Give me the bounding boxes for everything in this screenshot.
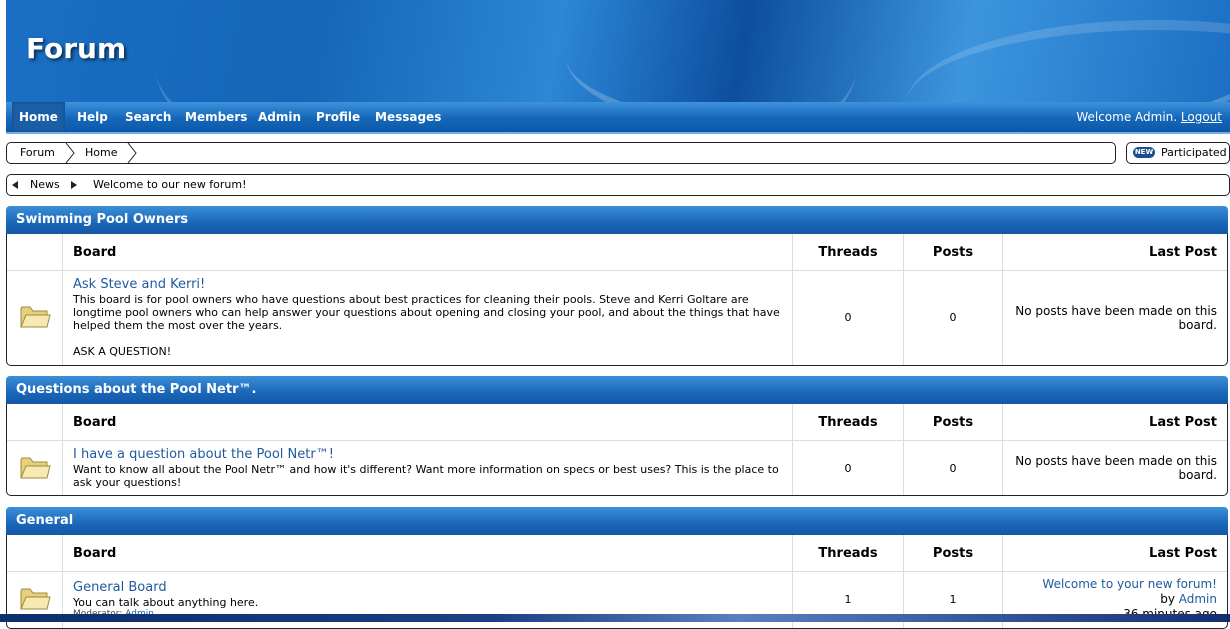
main-nav: Home Help Search Members Admin Profile M…: [6, 102, 1230, 134]
folder-icon: [19, 306, 51, 328]
board-cell: I have a question about the Pool Netr™! …: [62, 440, 793, 495]
board-link[interactable]: General Board: [73, 580, 782, 595]
icon-column-header: [7, 234, 63, 271]
threads-count: 0: [792, 270, 904, 365]
folder-icon: [19, 457, 51, 478]
threads-column-header: Threads: [792, 535, 904, 572]
nav-home[interactable]: Home: [12, 102, 65, 132]
table-row: Ask Steve and Kerri! This board is for p…: [7, 270, 1227, 365]
threads-column-header: Threads: [792, 404, 904, 441]
last-post-info: No posts have been made on this board.: [1002, 440, 1227, 495]
category-body: Board Threads Posts Last Post I have a q…: [6, 404, 1228, 496]
taskbar-strip: [0, 614, 1230, 622]
table-header: Board Threads Posts Last Post: [7, 404, 1227, 441]
category-pool-netr-questions: Questions about the Pool Netr™. Board Th…: [6, 376, 1228, 496]
news-text: Welcome to our new forum!: [93, 178, 247, 191]
category-swimming-pool-owners: Swimming Pool Owners Board Threads Posts…: [6, 206, 1228, 366]
participated-label: Participated: [1161, 146, 1227, 159]
boards-table: Board Threads Posts Last Post Ask Steve …: [7, 234, 1227, 365]
last-post-link[interactable]: Welcome to your new forum!: [1042, 577, 1217, 591]
posts-count: 0: [903, 270, 1003, 365]
board-description: Want to know all about the Pool Netr™ an…: [73, 463, 779, 489]
posts-count: 0: [903, 440, 1003, 495]
breadcrumb-forum[interactable]: Forum: [20, 143, 55, 163]
icon-column-header: [7, 404, 63, 441]
category-title[interactable]: Swimming Pool Owners: [6, 206, 1228, 234]
posts-column-header: Posts: [903, 535, 1003, 572]
forum-banner: Forum: [6, 0, 1230, 102]
nav-search[interactable]: Search: [118, 102, 178, 132]
posts-column-header: Posts: [903, 404, 1003, 441]
last-post-column-header: Last Post: [1002, 404, 1227, 441]
chevron-right-icon: [65, 143, 75, 163]
folder-icon: [19, 588, 51, 610]
welcome-area: Welcome Admin. Logout: [1076, 102, 1222, 132]
triangle-left-icon[interactable]: [12, 181, 18, 189]
welcome-text: Welcome Admin.: [1076, 110, 1178, 124]
nav-admin[interactable]: Admin: [251, 102, 308, 132]
icon-cell: [7, 441, 63, 496]
icon-cell: [7, 271, 63, 365]
posts-column-header: Posts: [903, 234, 1003, 271]
threads-count: 0: [792, 440, 904, 495]
last-post-author[interactable]: Admin: [1179, 592, 1217, 606]
logout-link[interactable]: Logout: [1181, 110, 1222, 124]
board-column-header: Board: [62, 234, 793, 271]
board-cell: Ask Steve and Kerri! This board is for p…: [62, 270, 793, 365]
board-extra-text: ASK A QUESTION!: [73, 345, 172, 359]
boards-table: Board Threads Posts Last Post I have a q…: [7, 404, 1227, 495]
chevron-right-icon: [127, 143, 137, 163]
news-ticker: News Welcome to our new forum!: [6, 174, 1230, 196]
category-general: General Board Threads Posts Last Post Ge…: [6, 507, 1228, 629]
threads-column-header: Threads: [792, 234, 904, 271]
icon-column-header: [7, 535, 63, 572]
last-post-by: by: [1160, 592, 1175, 607]
new-badge: NEW: [1133, 147, 1155, 158]
last-post-column-header: Last Post: [1002, 535, 1227, 572]
last-post-info: No posts have been made on this board.: [1002, 270, 1227, 365]
news-label: News: [30, 178, 60, 191]
nav-help[interactable]: Help: [70, 102, 115, 132]
board-link[interactable]: Ask Steve and Kerri!: [73, 277, 782, 292]
nav-members[interactable]: Members: [178, 102, 254, 132]
board-column-header: Board: [62, 404, 793, 441]
board-description: You can talk about anything here.: [73, 596, 259, 610]
table-header: Board Threads Posts Last Post: [7, 234, 1227, 271]
category-title[interactable]: General: [6, 507, 1228, 535]
table-header: Board Threads Posts Last Post: [7, 535, 1227, 572]
board-link[interactable]: I have a question about the Pool Netr™!: [73, 447, 782, 462]
breadcrumb: Forum Home: [6, 142, 1116, 164]
forum-title: Forum: [26, 32, 127, 65]
table-row: I have a question about the Pool Netr™! …: [7, 440, 1227, 496]
participated-button[interactable]: NEW Participated: [1126, 142, 1230, 164]
last-post-column-header: Last Post: [1002, 234, 1227, 271]
nav-messages[interactable]: Messages: [368, 102, 448, 132]
category-title[interactable]: Questions about the Pool Netr™.: [6, 376, 1228, 404]
nav-profile[interactable]: Profile: [309, 102, 367, 132]
board-description: This board is for pool owners who have q…: [73, 293, 780, 333]
triangle-right-icon[interactable]: [71, 181, 77, 189]
breadcrumb-home[interactable]: Home: [85, 143, 117, 163]
board-column-header: Board: [62, 535, 793, 572]
category-body: Board Threads Posts Last Post Ask Steve …: [6, 234, 1228, 366]
